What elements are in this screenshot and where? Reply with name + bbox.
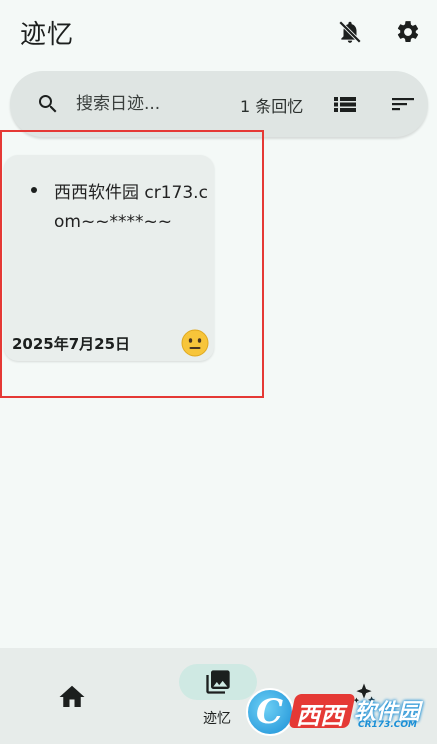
search-icon[interactable] xyxy=(36,92,60,116)
gear-icon[interactable] xyxy=(394,18,422,46)
nav-item-memories[interactable] xyxy=(179,664,257,700)
top-app-bar: 迹忆 xyxy=(0,0,437,66)
bell-off-icon[interactable] xyxy=(336,18,364,46)
memory-card[interactable]: 西西软件园 cr173.com~~****~~ 2025年7月25日 xyxy=(4,155,214,361)
bottom-navigation: 迹忆 xyxy=(0,648,437,744)
search-bar[interactable]: 1 条回忆 xyxy=(10,71,428,137)
sort-icon[interactable] xyxy=(390,92,416,116)
app-title: 迹忆 xyxy=(20,20,75,50)
sparkle-icon[interactable] xyxy=(350,680,378,708)
home-icon[interactable] xyxy=(57,682,87,712)
bullet-point xyxy=(31,187,37,193)
photo-library-icon xyxy=(206,670,230,694)
app-screen: 迹忆 1 条回忆 xyxy=(0,0,437,744)
memory-date: 2025年7月25日 xyxy=(12,335,131,353)
memory-count: 1 条回忆 xyxy=(240,97,304,116)
view-list-icon[interactable] xyxy=(332,92,358,116)
search-input[interactable] xyxy=(76,90,216,118)
neutral-face-icon xyxy=(180,328,210,358)
nav-label-memories: 迹忆 xyxy=(203,711,231,727)
memory-text: 西西软件园 cr173.com~~****~~ xyxy=(54,183,208,232)
